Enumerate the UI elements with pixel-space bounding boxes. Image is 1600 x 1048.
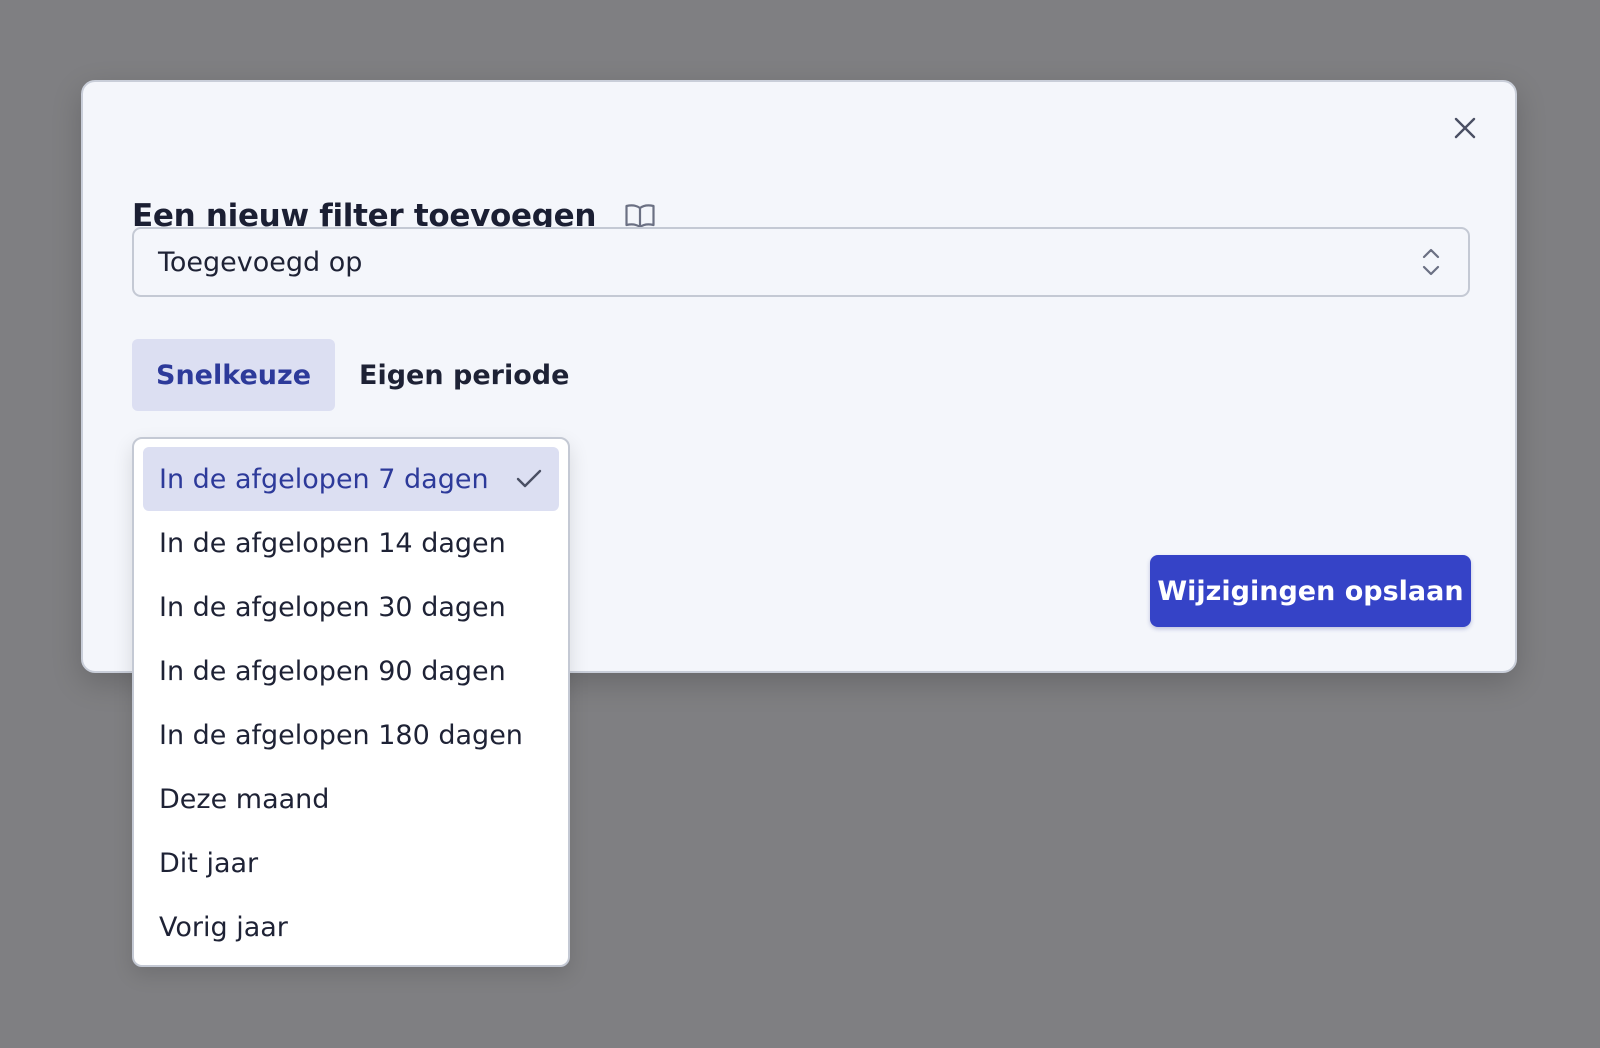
tab-snelkeuze[interactable]: Snelkeuze: [132, 339, 336, 411]
option-label: Deze maand: [159, 783, 330, 815]
option-this-year[interactable]: Dit jaar: [143, 831, 559, 895]
checkmark-icon: [516, 469, 542, 488]
option-label: In de afgelopen 180 dagen: [159, 719, 523, 751]
book-icon: [625, 204, 655, 229]
option-label: Dit jaar: [159, 847, 259, 879]
close-button[interactable]: [1445, 108, 1485, 148]
option-7-days[interactable]: In de afgelopen 7 dagen: [143, 447, 559, 511]
tab-eigen-periode[interactable]: Eigen periode: [335, 339, 593, 411]
save-changes-button[interactable]: Wijzigingen opslaan: [1150, 555, 1471, 627]
option-label: In de afgelopen 30 dagen: [159, 591, 506, 623]
close-icon: [1454, 117, 1476, 139]
option-last-year[interactable]: Vorig jaar: [143, 895, 559, 959]
option-label: In de afgelopen 14 dagen: [159, 527, 506, 559]
filter-field-select[interactable]: Toegevoegd op: [132, 227, 1470, 297]
period-tabs: Snelkeuze Eigen periode: [132, 339, 593, 411]
chevron-up-down-icon: [1422, 248, 1440, 276]
quick-select-dropdown: In de afgelopen 7 dagen In de afgelopen …: [132, 437, 570, 967]
option-label: In de afgelopen 7 dagen: [159, 463, 489, 495]
option-this-month[interactable]: Deze maand: [143, 767, 559, 831]
option-label: In de afgelopen 90 dagen: [159, 655, 506, 687]
option-90-days[interactable]: In de afgelopen 90 dagen: [143, 639, 559, 703]
filter-field-value: Toegevoegd op: [158, 246, 363, 278]
option-14-days[interactable]: In de afgelopen 14 dagen: [143, 511, 559, 575]
option-180-days[interactable]: In de afgelopen 180 dagen: [143, 703, 559, 767]
option-30-days[interactable]: In de afgelopen 30 dagen: [143, 575, 559, 639]
option-label: Vorig jaar: [159, 911, 288, 943]
